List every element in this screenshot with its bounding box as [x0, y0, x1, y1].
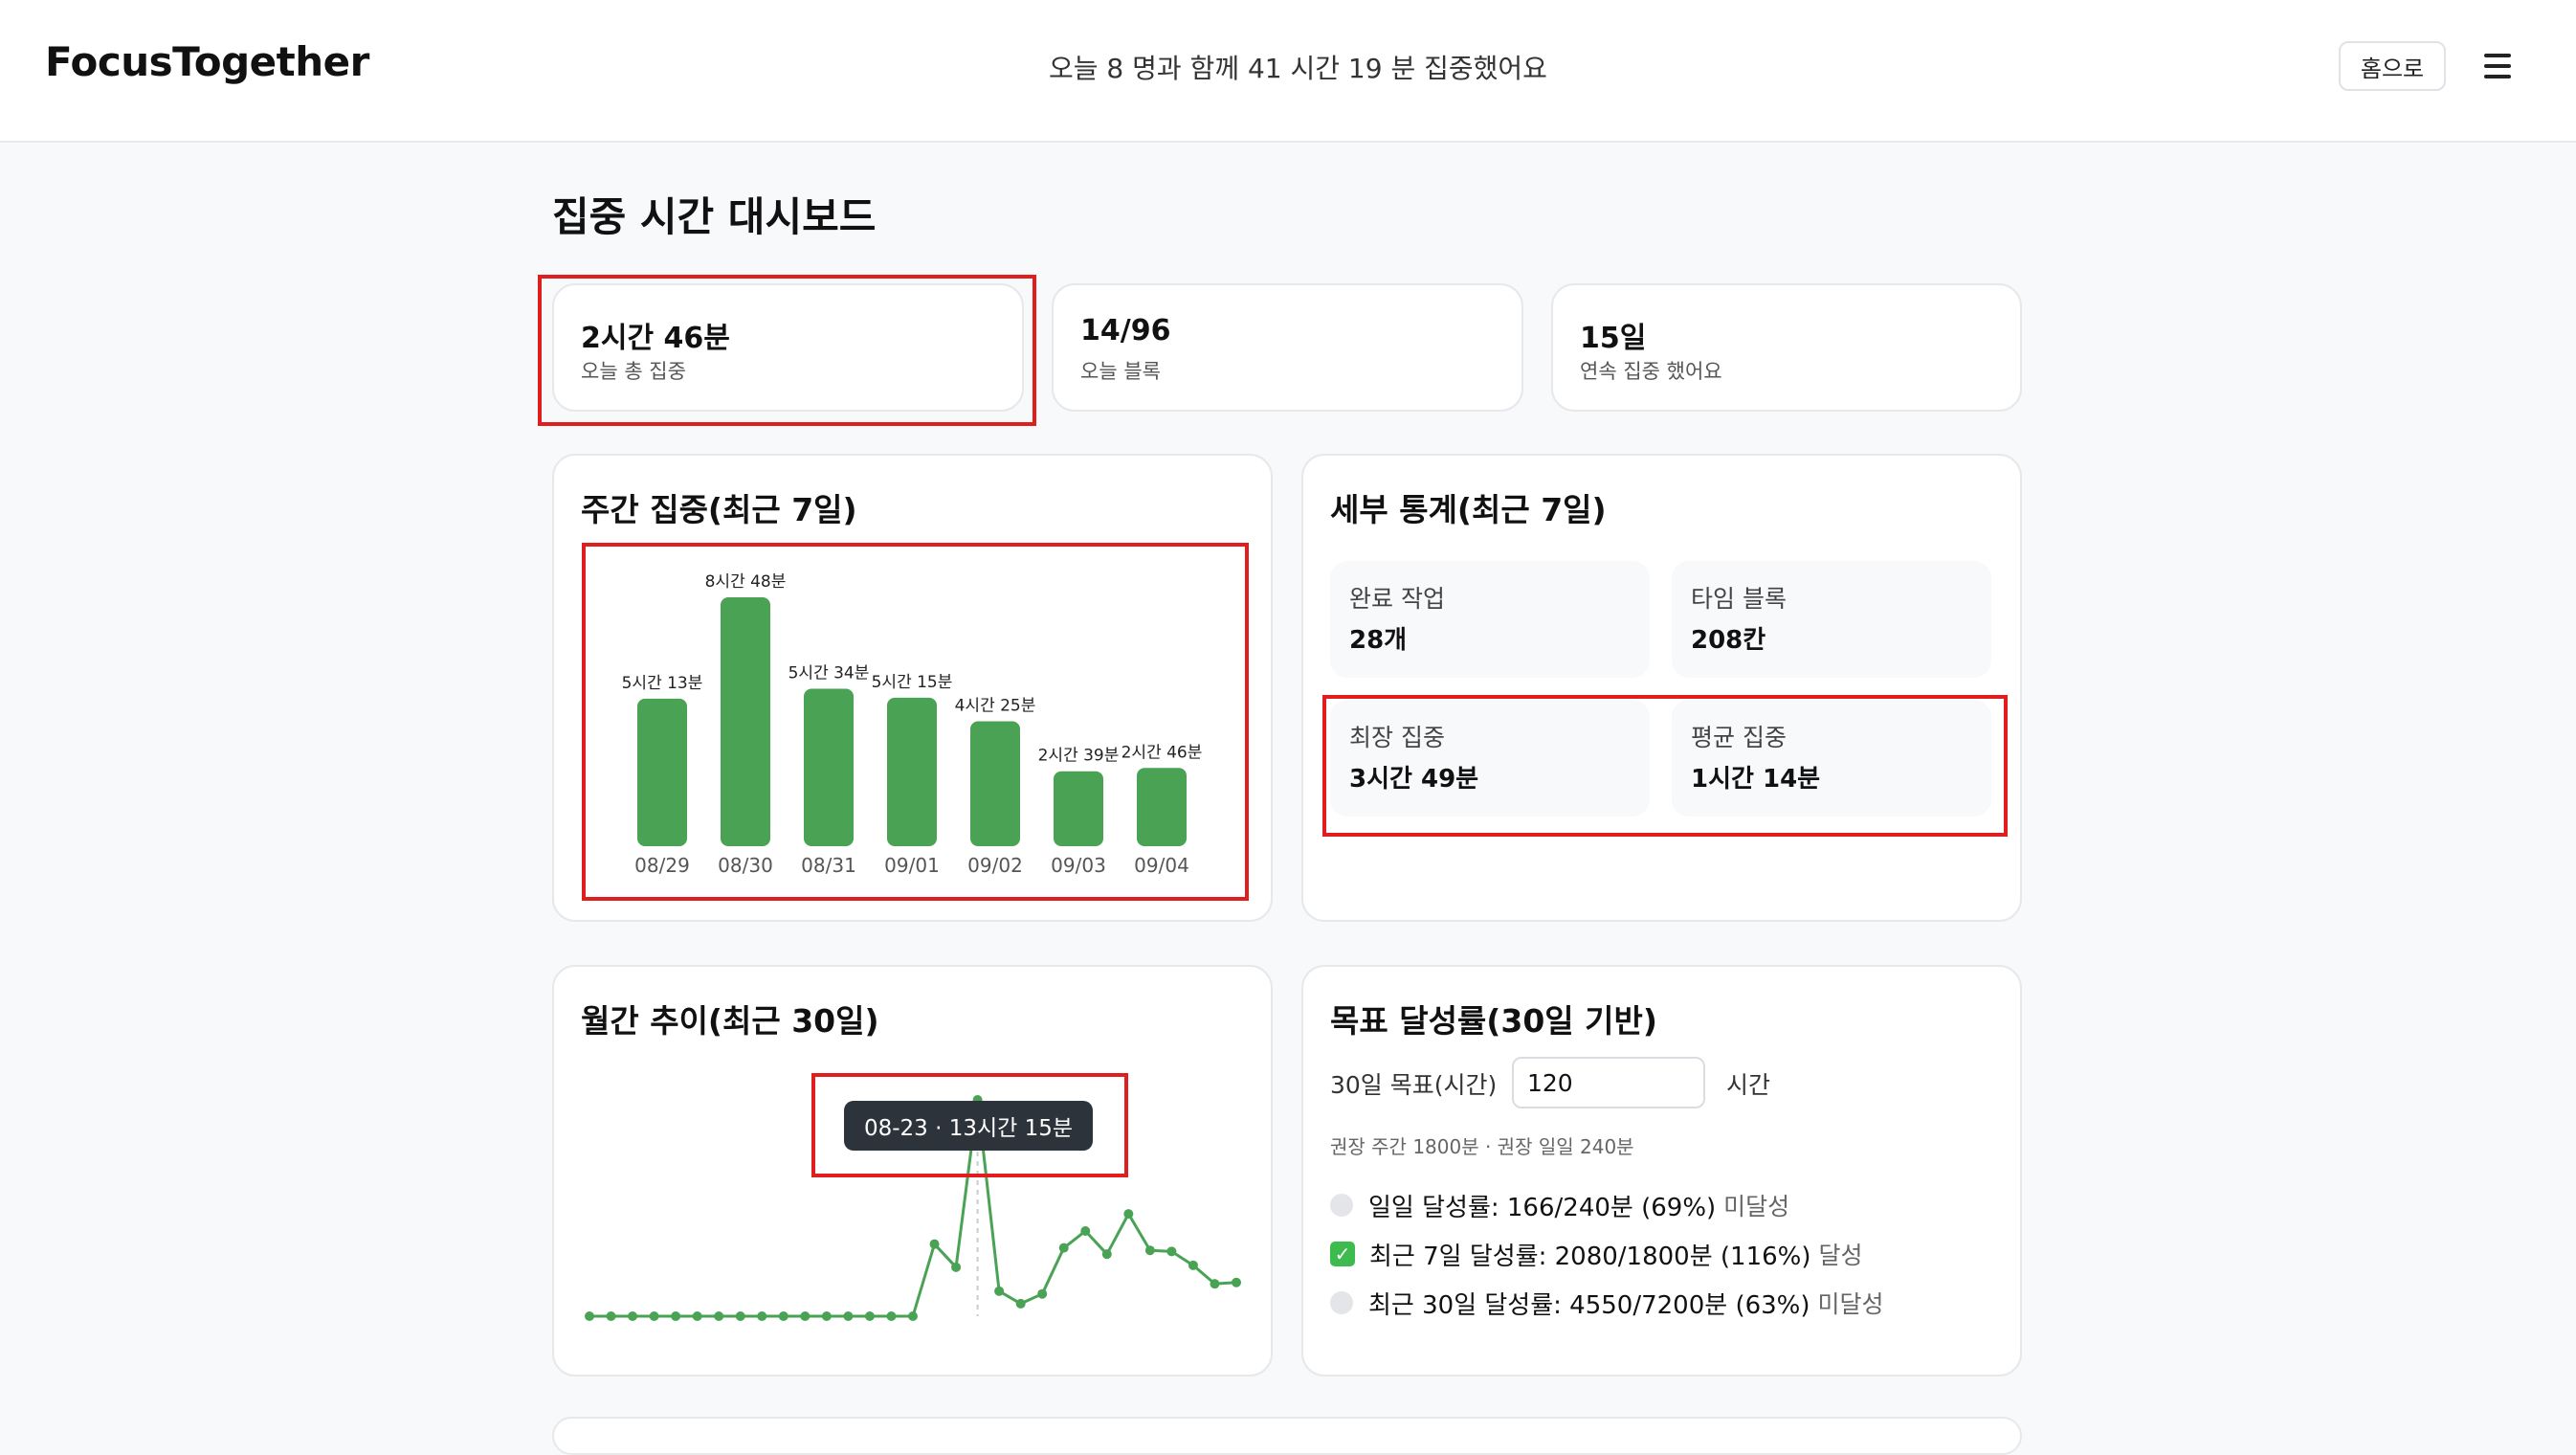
- not-achieved-icon: [1330, 1194, 1353, 1217]
- summary-label: 오늘 블록: [1080, 360, 1161, 383]
- goal-row-status: 달성: [1818, 1242, 1863, 1269]
- goal-row-daily: 일일 달성률: 166/240분 (69%) 미달성: [1330, 1189, 1790, 1222]
- weekly-focus-title: 주간 집중(최근 7일): [581, 491, 857, 528]
- stat-value: 208칸: [1691, 626, 1766, 655]
- goal-row-monthly: 최근 30일 달성률: 4550/7200분 (63%) 미달성: [1330, 1287, 1884, 1320]
- goal-title: 목표 달성률(30일 기반): [1330, 1002, 1657, 1040]
- check-mark-icon: ✓: [1330, 1242, 1355, 1266]
- goal-row-weekly: ✓ 최근 7일 달성률: 2080/1800분 (116%) 달성: [1330, 1238, 1863, 1271]
- summary-card-streak: 15일 연속 집중 했어요: [1551, 283, 2022, 412]
- goal-unit-label: 시간: [1726, 1071, 1771, 1099]
- summary-value: 15일: [1580, 322, 1647, 355]
- goal-row-status: 미달성: [1817, 1290, 1884, 1318]
- monthly-trend-title: 월간 추이(최근 30일): [581, 1002, 879, 1040]
- hamburger-menu-icon[interactable]: [2484, 54, 2513, 78]
- stat-label: 타임 블록: [1691, 585, 1787, 613]
- brand-logo[interactable]: FocusTogether: [45, 38, 369, 85]
- summary-card-today-blocks: 14/96 오늘 블록: [1052, 283, 1523, 412]
- highlight-box: [811, 1073, 1128, 1177]
- summary-label: 연속 집중 했어요: [1580, 360, 1722, 383]
- stat-tile-completed-tasks: 완료 작업 28개: [1330, 561, 1650, 678]
- highlight-box: [538, 275, 1036, 426]
- goal-input-label: 30일 목표(시간): [1330, 1071, 1498, 1099]
- stat-value: 28개: [1349, 626, 1408, 655]
- goal-row-status: 미달성: [1723, 1193, 1790, 1220]
- not-achieved-icon: [1330, 1291, 1353, 1314]
- detail-stats-title: 세부 통계(최근 7일): [1330, 491, 1607, 528]
- highlight-box: [1322, 695, 2008, 837]
- summary-value: 14/96: [1080, 314, 1171, 347]
- stat-tile-time-blocks: 타임 블록 208칸: [1672, 561, 1991, 678]
- goal-hint: 권장 주간 1800분 · 권장 일일 240분: [1330, 1135, 1634, 1158]
- highlight-box: [582, 543, 1249, 901]
- next-card-edge: [552, 1417, 2022, 1455]
- goal-row-text: 일일 달성률: 166/240분 (69%): [1368, 1193, 1717, 1222]
- stat-label: 완료 작업: [1349, 585, 1445, 613]
- detail-stats-card: 세부 통계(최근 7일) 완료 작업 28개 타임 블록 208칸 최장 집중 …: [1301, 454, 2022, 922]
- goal-row-text: 최근 30일 달성률: 4550/7200분 (63%): [1368, 1290, 1810, 1320]
- live-focus-stat: 오늘 8 명과 함께 41 시간 19 분 집중했어요: [1049, 53, 1547, 84]
- monthly-line-chart[interactable]: [0, 0, 2576, 1422]
- top-navbar: FocusTogether 오늘 8 명과 함께 41 시간 19 분 집중했어…: [0, 0, 2576, 143]
- goal-achievement-card: 목표 달성률(30일 기반) 30일 목표(시간) 시간 권장 주간 1800분…: [1301, 965, 2022, 1377]
- weekly-bar-chart: 5시간 13분08/298시간 48분08/305시간 34분08/315시간 …: [622, 572, 1203, 877]
- home-button[interactable]: 홈으로: [2339, 41, 2446, 91]
- goal-row-text: 최근 7일 달성률: 2080/1800분 (116%): [1369, 1242, 1811, 1271]
- goal-hours-input[interactable]: [1512, 1057, 1705, 1108]
- page-title: 집중 시간 대시보드: [552, 193, 877, 240]
